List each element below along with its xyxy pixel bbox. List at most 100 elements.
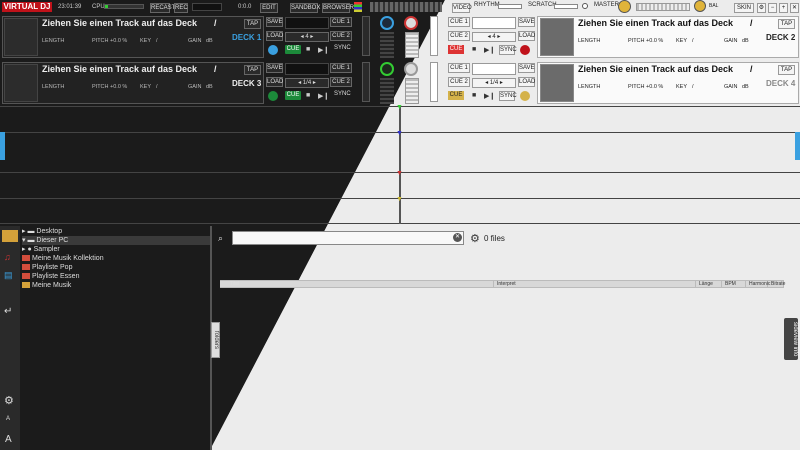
minimize-icon[interactable]: − xyxy=(768,3,777,13)
deck-4-load-button[interactable]: LOAD xyxy=(518,77,535,87)
deck-1-play-icon[interactable]: ▶❙ xyxy=(318,46,329,54)
deck-1-vinyl-icon[interactable] xyxy=(268,45,278,55)
deck-3-cue2-button[interactable]: CUE 2 xyxy=(330,77,352,87)
search-input[interactable] xyxy=(232,231,464,245)
tree-item-this-pc[interactable]: ▾ ▬ Dieser PC xyxy=(22,236,212,245)
loop-next-icon[interactable]: ▸ xyxy=(496,34,500,40)
rhythm-slider[interactable] xyxy=(498,4,522,9)
deck-3-pitch-slider[interactable] xyxy=(362,62,370,102)
deck-1-save-button[interactable]: SAVE xyxy=(266,17,283,27)
deck-3-vinyl-icon[interactable] xyxy=(268,91,278,101)
deck-4-stop-icon[interactable]: ■ xyxy=(472,92,476,99)
deck-2-sync-button[interactable]: SYNC xyxy=(499,45,517,55)
deck-3-tap-button[interactable]: TAP xyxy=(244,65,261,75)
deck-4-pitch-slider[interactable] xyxy=(430,62,438,102)
skin-button[interactable]: SKIN xyxy=(734,3,754,13)
deck-1-cue2-button[interactable]: CUE 2 xyxy=(330,31,352,41)
tree-item-playlist-essen[interactable]: Playliste Essen xyxy=(22,272,79,281)
edit-button[interactable]: EDIT xyxy=(260,3,278,13)
deck-4-sync-button[interactable]: SYNC xyxy=(499,91,517,101)
deck-2-cue1-button[interactable]: CUE 1 xyxy=(448,17,470,27)
deck-3-save-button[interactable]: SAVE xyxy=(266,63,283,73)
deck-1-cue1-button[interactable]: CUE 1 xyxy=(330,17,352,27)
deck-4-loop-control[interactable]: ◂ 1/4 ▸ xyxy=(472,78,516,88)
deck-4-cue2-button[interactable]: CUE 2 xyxy=(448,77,470,87)
scratch-toggle[interactable] xyxy=(582,3,588,9)
tree-item-playlist-pop[interactable]: Playliste Pop xyxy=(22,263,72,272)
deck-3-sync-button[interactable]: SYNC xyxy=(334,91,351,97)
font-size-small[interactable]: A xyxy=(6,416,10,422)
deck-3-load-button[interactable]: LOAD xyxy=(266,77,283,87)
deck-2-cue-button[interactable]: CUE xyxy=(448,45,464,54)
deck-4-save-button[interactable]: SAVE xyxy=(518,63,535,73)
tree-item-sampler[interactable]: ▸ ● Sampler xyxy=(22,245,60,254)
deck-1-gain-knob[interactable] xyxy=(380,16,394,30)
column-header-bpm[interactable]: BPM xyxy=(722,280,746,288)
sideview-tab[interactable]: sideview info xyxy=(784,318,798,360)
deck-4-play-icon[interactable]: ▶❙ xyxy=(484,92,495,100)
playlist-icon[interactable]: ▤ xyxy=(4,270,13,281)
clear-search-icon[interactable]: ✕ xyxy=(453,233,462,242)
deck-2-gain-knob[interactable] xyxy=(404,16,418,30)
deck-1-stop-icon[interactable]: ■ xyxy=(306,46,310,53)
tree-item-desktop[interactable]: ▸ ▬ Desktop xyxy=(22,227,62,236)
deck-4-gain-knob[interactable] xyxy=(404,62,418,76)
deck-2-vinyl-icon[interactable] xyxy=(520,45,530,55)
deck-4-volume-fader[interactable] xyxy=(405,78,419,104)
deck-4-cue1-button[interactable]: CUE 1 xyxy=(448,63,470,73)
deck-2-pitch-slider[interactable] xyxy=(430,16,438,56)
deck-1-sync-button[interactable]: SYNC xyxy=(334,45,351,51)
deck-2-cue2-button[interactable]: CUE 2 xyxy=(448,31,470,41)
deck-1-tap-button[interactable]: TAP xyxy=(244,19,261,29)
deck-4-cue-button[interactable]: CUE xyxy=(448,91,464,100)
deck-2-load-button[interactable]: LOAD xyxy=(518,31,535,41)
rec-button[interactable]: REC xyxy=(174,3,188,13)
loop-next-icon[interactable]: ▸ xyxy=(311,80,316,86)
folder-view-icon[interactable] xyxy=(2,230,18,242)
deck-1-loop-control[interactable]: ◂ 4 ▸ xyxy=(285,32,329,42)
balance-knob[interactable] xyxy=(694,0,706,12)
deck-2-save-button[interactable]: SAVE xyxy=(518,17,535,27)
filter-icon[interactable]: ♫ xyxy=(4,252,11,262)
deck-1-load-button[interactable]: LOAD xyxy=(266,31,283,41)
deck-4-vinyl-icon[interactable] xyxy=(520,91,530,101)
tree-item-my-music[interactable]: Meine Musik xyxy=(22,281,71,290)
scratch-slider[interactable] xyxy=(554,4,578,9)
deck-2-volume-fader[interactable] xyxy=(405,32,419,58)
sandbox-button[interactable]: SANDBOX xyxy=(290,3,320,13)
column-header-bitrate[interactable]: Bitrate xyxy=(768,280,785,288)
deck-2-loop-control[interactable]: ◂ 4 ▸ xyxy=(472,32,516,42)
deck-2-stop-icon[interactable]: ■ xyxy=(472,46,476,53)
folders-tab[interactable]: folders xyxy=(211,322,220,358)
maximize-icon[interactable]: + xyxy=(779,3,788,13)
close-icon[interactable]: ✕ xyxy=(790,3,799,13)
gear-icon[interactable]: ⚙ xyxy=(470,232,480,245)
column-header-length[interactable]: Länge xyxy=(696,280,722,288)
browser-button[interactable]: BROWSER xyxy=(322,3,354,13)
deck-3-stop-icon[interactable]: ■ xyxy=(306,92,310,99)
video-button[interactable]: VIDEO xyxy=(452,3,472,13)
font-size-large[interactable]: A xyxy=(5,434,12,445)
deck-2-tap-button[interactable]: TAP xyxy=(778,19,795,29)
back-icon[interactable]: ↵ xyxy=(4,306,12,317)
loop-next-icon[interactable]: ▸ xyxy=(498,80,503,86)
deck-2-play-icon[interactable]: ▶❙ xyxy=(484,46,495,54)
tree-item-collection[interactable]: Meine Musik Kollektion xyxy=(22,254,104,263)
deck-3-loop-control[interactable]: ◂ 1/4 ▸ xyxy=(285,78,329,88)
deck-1-cue-button[interactable]: CUE xyxy=(285,45,301,54)
column-header-harmonic[interactable]: Harmonic xyxy=(746,280,770,288)
loop-next-icon[interactable]: ▸ xyxy=(309,34,313,40)
deck-1-volume-fader[interactable] xyxy=(380,32,394,58)
column-header-artist[interactable]: Interpret xyxy=(494,280,696,288)
settings-gear-icon[interactable]: ⚙ xyxy=(4,394,14,407)
deck-3-gain-knob[interactable] xyxy=(380,62,394,76)
master-volume-knob[interactable] xyxy=(618,0,631,13)
settings-icon[interactable]: ⚙ xyxy=(757,3,766,13)
column-header-title[interactable]: Titel xyxy=(227,280,494,288)
deck-3-play-icon[interactable]: ▶❙ xyxy=(318,92,329,100)
deck-3-volume-fader[interactable] xyxy=(380,78,394,104)
deck-1-pitch-slider[interactable] xyxy=(362,16,370,56)
deck-3-cue1-button[interactable]: CUE 1 xyxy=(330,63,352,73)
deck-4-tap-button[interactable]: TAP xyxy=(778,65,795,75)
recast-button[interactable]: RECAST xyxy=(150,3,175,13)
